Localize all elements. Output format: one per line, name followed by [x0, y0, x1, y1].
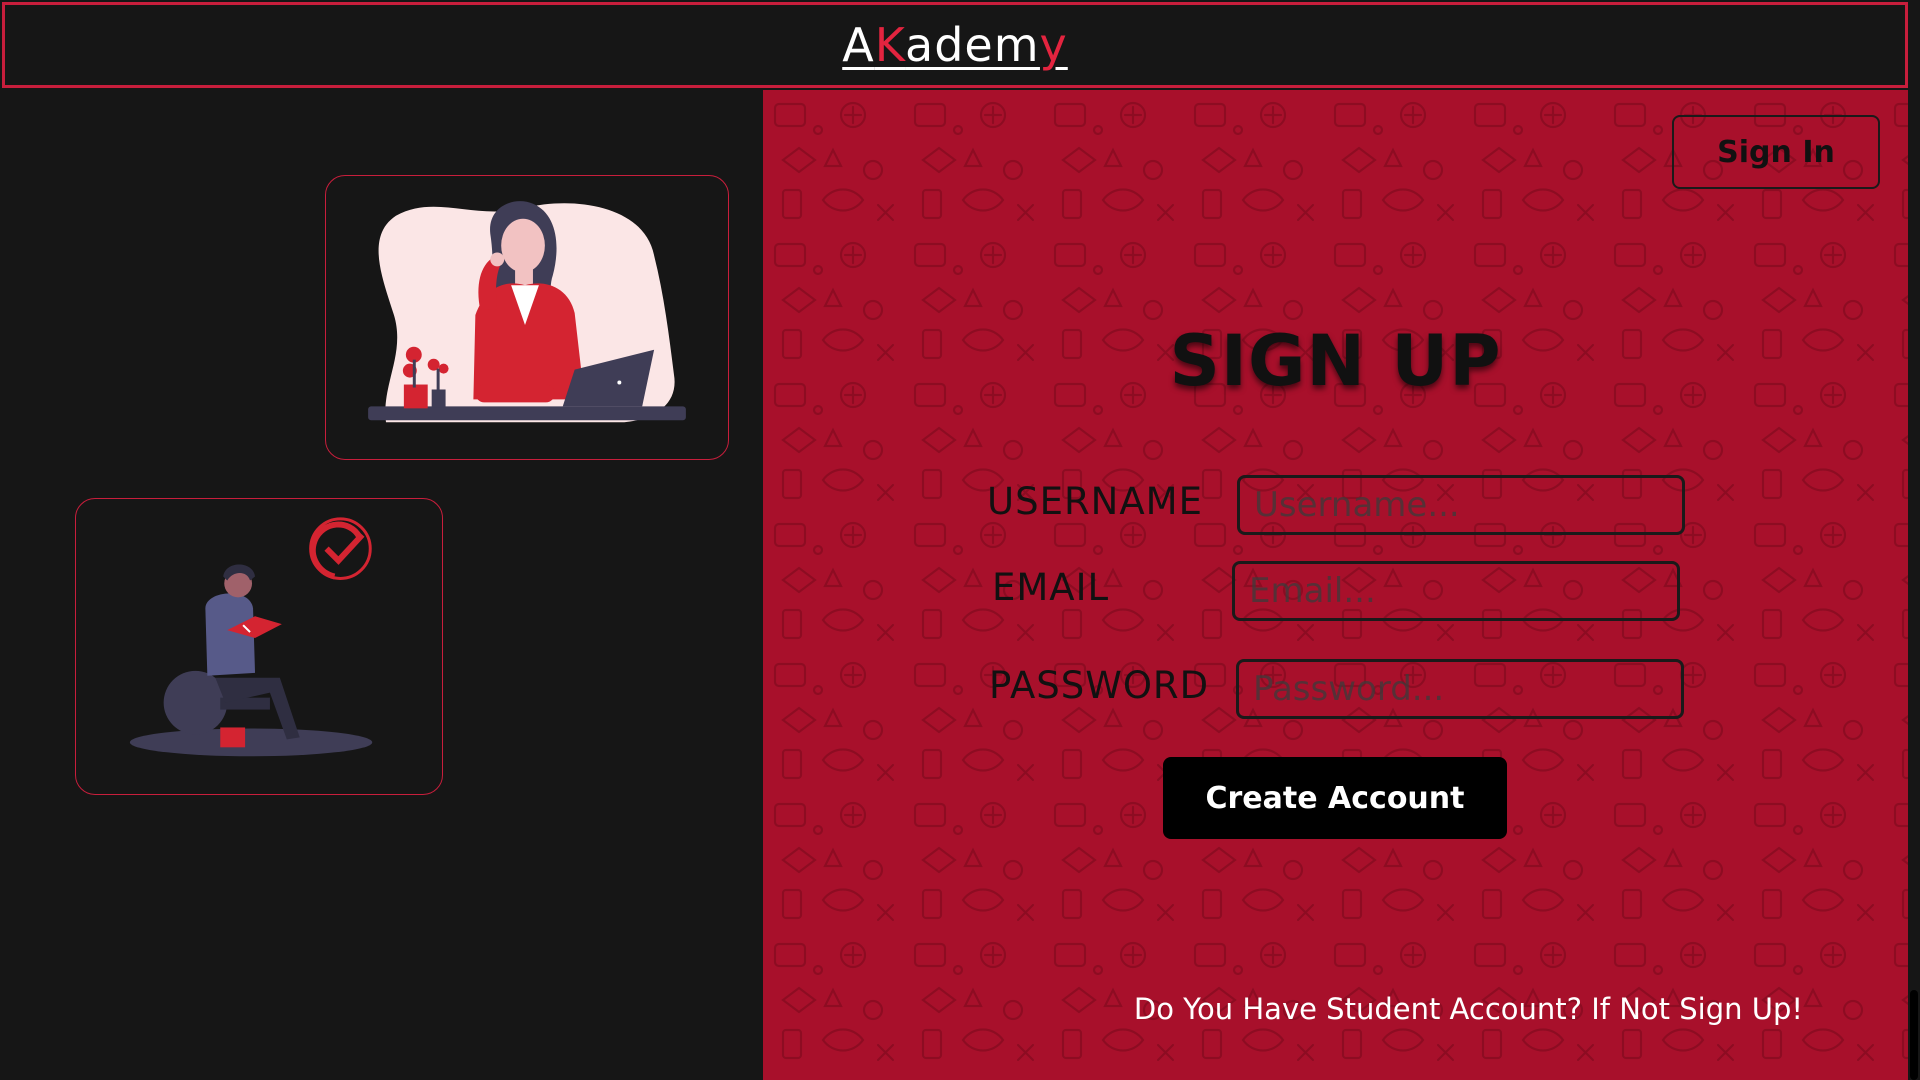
page: AKademy Sign In SIGN UP USERNAME Usernam… [0, 0, 1920, 1080]
scrollbar-track[interactable] [1908, 90, 1920, 1080]
password-input[interactable] [1236, 659, 1684, 719]
logo-letters-adem: adem [905, 18, 1040, 72]
signup-title: SIGN UP [1169, 320, 1502, 402]
signup-panel: Sign In SIGN UP USERNAME EMAIL PASSWORD … [763, 90, 1908, 1080]
app-logo[interactable]: AKademy [842, 18, 1068, 72]
create-account-button[interactable]: Create Account [1163, 757, 1507, 839]
man-reading-book-illustration [129, 517, 373, 757]
header-bar: AKademy [2, 2, 1908, 88]
illustration-panel [0, 90, 763, 1080]
illustration-card-top [325, 175, 729, 460]
sign-in-button[interactable]: Sign In [1672, 115, 1880, 189]
logo-letter-y: y [1039, 18, 1068, 72]
username-label: USERNAME [987, 480, 1203, 523]
illustration-card-bottom [75, 498, 443, 795]
woman-at-laptop-illustration [368, 201, 686, 423]
username-input[interactable] [1237, 475, 1685, 535]
email-label: EMAIL [992, 566, 1110, 609]
email-input[interactable] [1232, 561, 1680, 621]
logo-letter-k: K [874, 18, 906, 72]
account-note: Do You Have Student Account? If Not Sign… [1133, 992, 1803, 1026]
logo-letter-a: A [842, 18, 875, 72]
password-label: PASSWORD [989, 664, 1210, 707]
scrollbar-thumb[interactable] [1910, 990, 1918, 1080]
